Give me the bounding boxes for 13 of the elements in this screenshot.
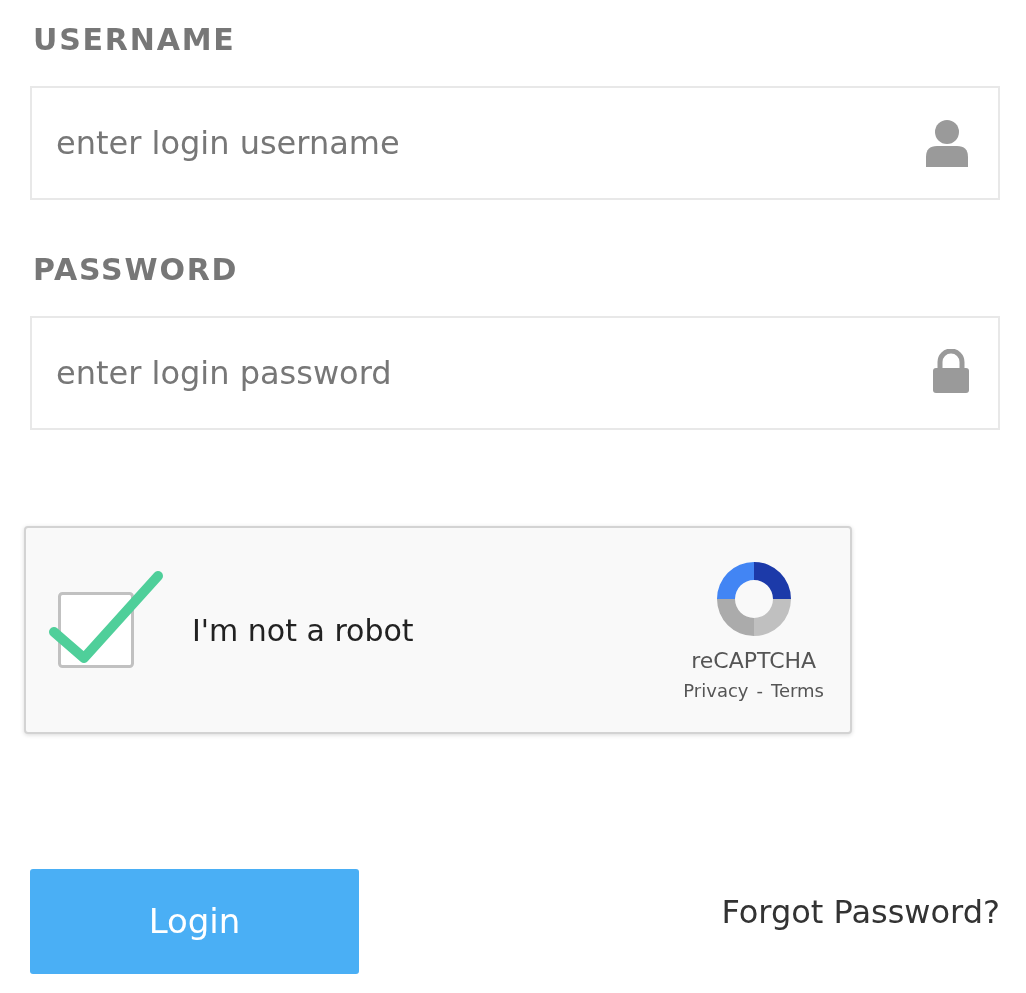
field-label: USERNAME <box>32 21 237 59</box>
captcha-label: I'm not a robot <box>192 611 414 650</box>
separator: - <box>756 679 763 703</box>
input-field[interactable]: enter login username <box>30 86 1000 200</box>
lock-icon <box>932 349 970 393</box>
terms-link[interactable]: Terms <box>771 677 824 704</box>
privacy-link[interactable]: Privacy <box>683 677 749 704</box>
input-field[interactable]: enter login password <box>30 316 1000 430</box>
user-icon <box>924 119 970 167</box>
checkmark-icon <box>49 571 163 663</box>
forgot-password-link[interactable]: Forgot Password? <box>721 887 1000 936</box>
field-label: PASSWORD <box>32 251 240 289</box>
recaptcha-brand: reCAPTCHA <box>691 647 817 675</box>
